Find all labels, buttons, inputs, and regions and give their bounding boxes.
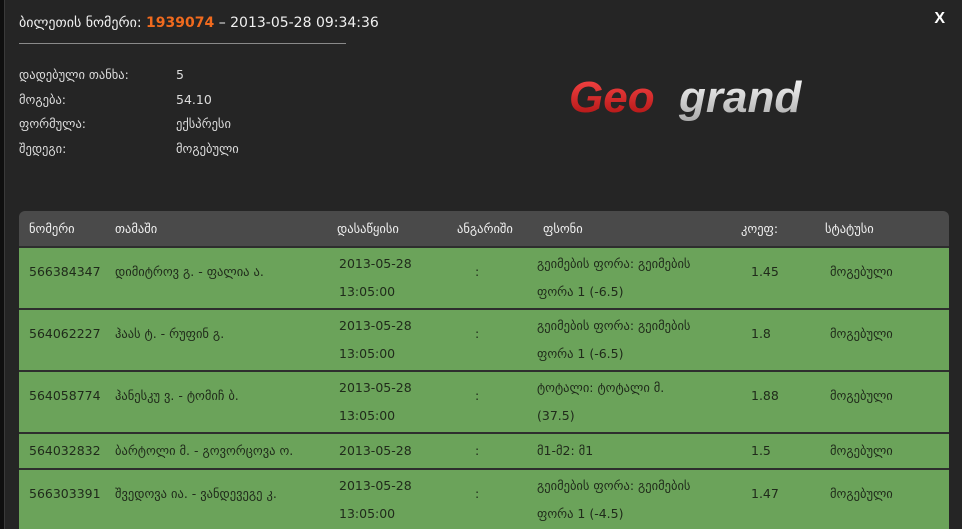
cell-bet-line1: გეიმების ფორა: გეიმების [537,478,691,493]
cell-bet-line2: ფორა 1 (-6.5) [537,346,624,361]
table-row: 564032832 ბარტოლი მ. - გოვორცოვა ო. 2013… [19,432,949,468]
col-header-coef: კოეფ: [741,221,779,236]
cell-coef: 1.88 [751,388,779,403]
info-value: მოგებული [176,140,239,156]
table-row: 564062227 ჰაას ტ. - რუფინ გ. 2013-05-28 … [19,308,949,370]
cell-coef: 1.8 [751,326,771,341]
cell-date: 2013-05-28 [339,443,412,458]
cell-status: მოგებული [830,326,893,341]
cell-start: 2013-05-28 13:05:00 [339,374,412,430]
cell-bet-line1: გეიმების ფორა: გეიმების [537,318,691,333]
cell-date: 2013-05-28 [339,318,412,333]
cell-coef: 1.47 [751,486,779,501]
info-label: ფორმულა: [19,116,87,131]
ticket-datetime: – 2013-05-28 09:34:36 [218,15,379,31]
cell-id: 566384347 [29,264,101,279]
table-body: 566384347 დიმიტროვ გ. - ფალია ა. 2013-05… [19,246,949,529]
bets-table: ნომერი თამაში დასაწყისი ანგარიში ფსონი კ… [19,211,949,529]
geogrand-logo: Geo grand [569,73,802,122]
cell-coef: 1.45 [751,264,779,279]
cell-date: 2013-05-28 [339,380,412,395]
table-row: 566384347 დიმიტროვ გ. - ფალია ა. 2013-05… [19,246,949,308]
cell-game: ჰანესკუ ვ. - ტომიჩ ბ. [115,388,239,403]
cell-bet-line1: ტოტალი: ტოტალი მ. [537,380,665,395]
table-row: 566303391 შვედოვა ია. - ვანდევეგე კ. 201… [19,468,949,529]
col-header-score: ანგარიში [457,221,513,236]
close-button[interactable]: X [934,10,945,28]
cell-start: 2013-05-28 13:05:00 [339,472,412,528]
cell-bet: გეიმების ფორა: გეიმების ფორა 1 (-4.5) [537,472,690,528]
logo-text-geo: Geo [569,73,655,122]
col-header-status: სტატუსი [825,221,874,236]
cell-score: : [475,326,480,341]
cell-bet: გეიმების ფორა: გეიმების ფორა 1 (-6.5) [537,312,690,368]
info-label: შედეგი: [19,140,67,156]
info-label: მოგება: [19,91,66,107]
cell-bet: გეიმების ფორა: გეიმების ფორა 1 (-6.5) [537,250,690,306]
cell-time: 13:05:00 [339,284,396,299]
cell-bet-line2: ფორა 1 (-6.5) [537,284,624,299]
cell-bet-line1: გეიმების ფორა: გეიმების [537,256,691,271]
ticket-title: ბილეთის ნომერი: 1939074 – 2013-05-28 09:… [19,15,379,31]
cell-score: : [475,264,480,279]
cell-score: : [475,486,480,501]
col-header-number: ნომერი [29,221,75,236]
cell-bet: ტოტალი: ტოტალი მ. (37.5) [537,374,664,430]
cell-bet-line2: (37.5) [537,408,575,423]
col-header-game: თამაში [115,221,158,236]
cell-status: მოგებული [830,388,893,403]
cell-game: ჰაას ტ. - რუფინ გ. [115,326,225,341]
cell-date: 2013-05-28 [339,478,412,493]
table-header: ნომერი თამაში დასაწყისი ანგარიში ფსონი კ… [19,211,949,246]
ticket-number: 1939074 [146,15,215,31]
cell-time: 13:05:00 [339,346,396,361]
cell-game: დიმიტროვ გ. - ფალია ა. [115,264,264,279]
info-value: 54.10 [176,91,212,107]
info-value: ექსპრესი [176,116,231,131]
cell-id: 564032832 [29,443,101,458]
cell-bet: მ1-მ2: მ1 [537,443,594,458]
cell-game: ბარტოლი მ. - გოვორცოვა ო. [115,443,294,458]
cell-game: შვედოვა ია. - ვანდევეგე კ. [115,486,277,501]
logo-text-grand: grand [678,73,802,122]
cell-time: 13:05:00 [339,408,396,423]
title-divider [19,43,346,44]
cell-start: 2013-05-28 13:05:00 [339,312,412,368]
cell-id: 566303391 [29,486,101,501]
col-header-bet: ფსონი [543,221,583,236]
table-row: 564058774 ჰანესკუ ვ. - ტომიჩ ბ. 2013-05-… [19,370,949,432]
cell-score: : [475,388,480,403]
cell-status: მოგებული [830,486,893,501]
info-label: დადებული თანხა: [19,67,129,82]
cell-date: 2013-05-28 [339,256,412,271]
col-header-start: დასაწყისი [337,221,399,236]
ticket-modal: ბილეთის ნომერი: 1939074 – 2013-05-28 09:… [4,0,962,529]
cell-id: 564058774 [29,388,101,403]
cell-score: : [475,443,480,458]
cell-id: 564062227 [29,326,101,341]
info-value: 5 [176,67,184,82]
cell-coef: 1.5 [751,443,771,458]
cell-bet-line2: ფორა 1 (-4.5) [537,506,624,521]
cell-time: 13:05:00 [339,506,396,521]
cell-status: მოგებული [830,264,893,279]
cell-status: მოგებული [830,443,893,458]
ticket-label: ბილეთის ნომერი: [19,15,142,31]
cell-start: 2013-05-28 13:05:00 [339,250,412,306]
